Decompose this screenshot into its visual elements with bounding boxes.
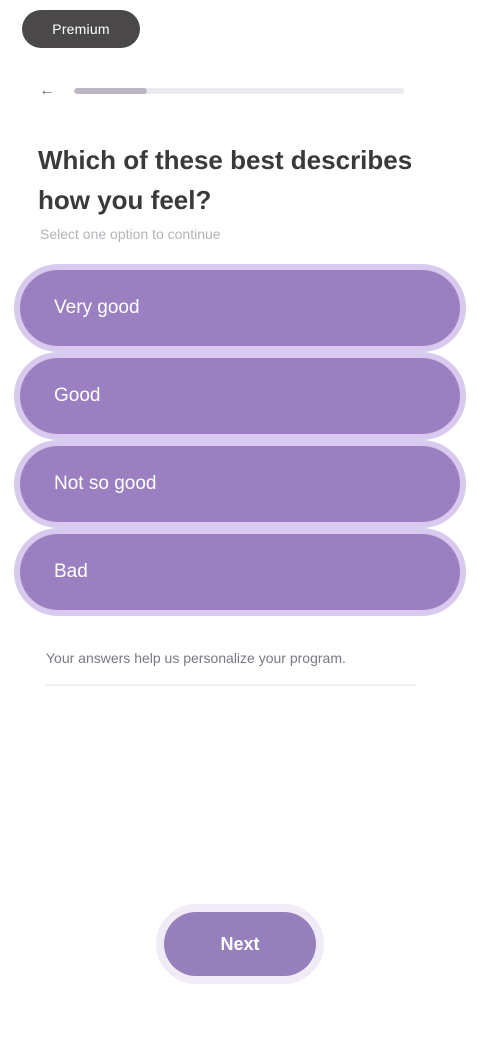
- progress-bar-fill: [74, 88, 147, 94]
- info-note: Your answers help us personalize your pr…: [46, 646, 416, 686]
- question-title: Which of these best describes how you fe…: [38, 145, 413, 215]
- answer-option-2[interactable]: Good: [20, 358, 460, 434]
- answer-option-label: Very good: [54, 297, 140, 318]
- answer-option-4[interactable]: Bad: [20, 534, 460, 610]
- progress-bar: [74, 88, 404, 94]
- answer-option-label: Good: [54, 385, 101, 406]
- progress-row: ←: [38, 82, 404, 100]
- question-hint: Select one option to continue: [40, 226, 221, 242]
- answer-option-1[interactable]: Very good: [20, 270, 460, 346]
- premium-pill-label: Premium: [52, 21, 110, 37]
- next-button[interactable]: Next: [164, 912, 316, 976]
- premium-pill[interactable]: Premium: [22, 10, 140, 48]
- answer-option-3[interactable]: Not so good: [20, 446, 460, 522]
- answer-option-label: Bad: [54, 561, 88, 582]
- arrow-left-icon[interactable]: ←: [38, 82, 56, 100]
- answer-options: Very good Good Not so good Bad: [20, 270, 460, 610]
- answer-option-label: Not so good: [54, 473, 157, 494]
